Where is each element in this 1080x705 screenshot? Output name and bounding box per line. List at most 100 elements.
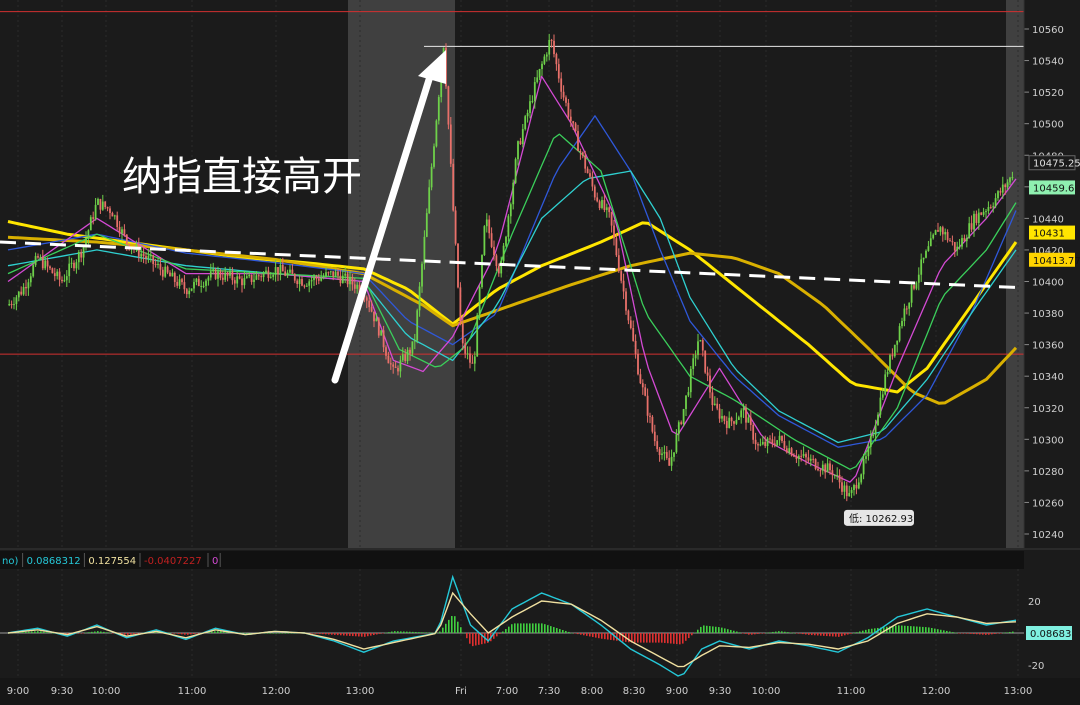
macd-histogram-bar xyxy=(916,626,918,633)
macd-histogram-bar xyxy=(640,633,642,643)
candle-body xyxy=(793,455,795,457)
candle-body xyxy=(620,271,623,281)
macd-histogram-bar xyxy=(355,633,357,637)
candle-body xyxy=(848,493,851,497)
candle-body xyxy=(58,271,61,280)
macd-histogram-bar xyxy=(556,628,558,633)
candle-body xyxy=(308,281,311,286)
candle-body xyxy=(185,289,188,295)
candle-body xyxy=(598,201,601,209)
macd-histogram-bar xyxy=(955,632,957,634)
candle-body xyxy=(82,245,85,258)
macd-histogram-bar xyxy=(343,633,345,636)
candle-body xyxy=(15,297,18,305)
candle-body xyxy=(377,318,380,336)
candle-body xyxy=(658,449,661,455)
candle-body xyxy=(229,271,231,276)
candle-body xyxy=(497,265,500,274)
macd-histogram-bar xyxy=(472,633,474,647)
candle-body xyxy=(296,280,299,284)
candle-body xyxy=(668,458,671,466)
candle-body xyxy=(507,216,510,237)
candle-body xyxy=(41,257,44,269)
candle-body xyxy=(322,276,325,278)
candle-body xyxy=(781,435,783,442)
macd-histogram-bar xyxy=(823,633,825,636)
candle-body xyxy=(572,121,575,124)
candle-body xyxy=(176,281,179,286)
candle-body xyxy=(44,260,47,269)
candle-body xyxy=(394,366,397,368)
candle-body xyxy=(279,265,282,275)
candle-body xyxy=(409,349,411,354)
candle-body xyxy=(898,326,901,341)
macd-histogram-bar xyxy=(649,633,651,643)
candle-body xyxy=(418,286,421,311)
candle-body xyxy=(913,285,915,289)
candle-body xyxy=(841,482,843,492)
candle-body xyxy=(473,356,476,364)
candle-body xyxy=(550,39,553,41)
macd-histogram-bar xyxy=(583,633,585,636)
candle-body xyxy=(958,246,961,248)
macd-histogram-bar xyxy=(589,633,591,637)
candle-body xyxy=(416,310,419,341)
macd-histogram-bar xyxy=(871,628,873,633)
candle-body xyxy=(375,318,378,322)
macd-histogram-bar xyxy=(532,623,534,633)
macd-histogram-bar xyxy=(1000,633,1002,634)
macd-histogram-bar xyxy=(838,633,840,637)
candle-body xyxy=(32,265,35,277)
macd-histogram-bar xyxy=(691,633,693,636)
macd-histogram-bar xyxy=(313,633,315,634)
macd-histogram-bar xyxy=(904,625,906,633)
macd-histogram-bar xyxy=(106,632,108,633)
macd-histogram-bar xyxy=(979,633,981,635)
candle-body xyxy=(644,387,647,396)
macd-histogram-bar xyxy=(517,623,519,633)
candle-body xyxy=(673,452,675,457)
macd-histogram-bar xyxy=(766,632,768,634)
candle-body xyxy=(1011,177,1014,179)
macd-histogram-bar xyxy=(370,633,372,636)
candle-body xyxy=(413,340,416,342)
macd-histogram-bar xyxy=(397,631,399,633)
candle-body xyxy=(737,417,740,420)
candle-body xyxy=(193,282,195,289)
candle-body xyxy=(769,438,771,440)
low-label: 低: 10262.93 xyxy=(849,512,913,525)
y-tick-label: 10300 xyxy=(1032,435,1064,446)
macd-histogram-bar xyxy=(271,633,273,634)
candle-body xyxy=(519,141,522,145)
macd-histogram-bar xyxy=(475,633,477,646)
candle-body xyxy=(853,484,855,490)
candle-body xyxy=(944,232,947,235)
macd-histogram-bar xyxy=(946,630,948,633)
candle-body xyxy=(617,255,620,272)
candle-body xyxy=(51,268,54,274)
candle-body xyxy=(17,291,20,298)
macd-histogram-bar xyxy=(322,633,324,635)
candle-body xyxy=(80,251,83,258)
macd-histogram-bar xyxy=(730,629,732,633)
candle-body xyxy=(337,271,339,276)
x-tick-label: Fri xyxy=(455,686,467,697)
macd-histogram-bar xyxy=(463,632,465,634)
candle-body xyxy=(908,302,911,309)
candle-body xyxy=(543,56,546,64)
macd-histogram-bar xyxy=(364,633,366,637)
candle-body xyxy=(305,285,308,287)
macd-histogram-bar xyxy=(961,633,963,634)
macd-histogram-bar xyxy=(406,631,408,633)
macd-histogram-bar xyxy=(379,633,381,634)
candle-body xyxy=(807,457,810,461)
candle-body xyxy=(833,475,836,477)
candle-body xyxy=(584,155,587,169)
x-tick-label: 12:00 xyxy=(922,686,951,697)
candle-body xyxy=(157,263,159,265)
candle-body xyxy=(819,470,822,472)
candle-body xyxy=(586,168,589,174)
macd-histogram-bar xyxy=(310,633,312,634)
macd-histogram-bar xyxy=(511,624,513,633)
macd-histogram-bar xyxy=(382,633,384,634)
